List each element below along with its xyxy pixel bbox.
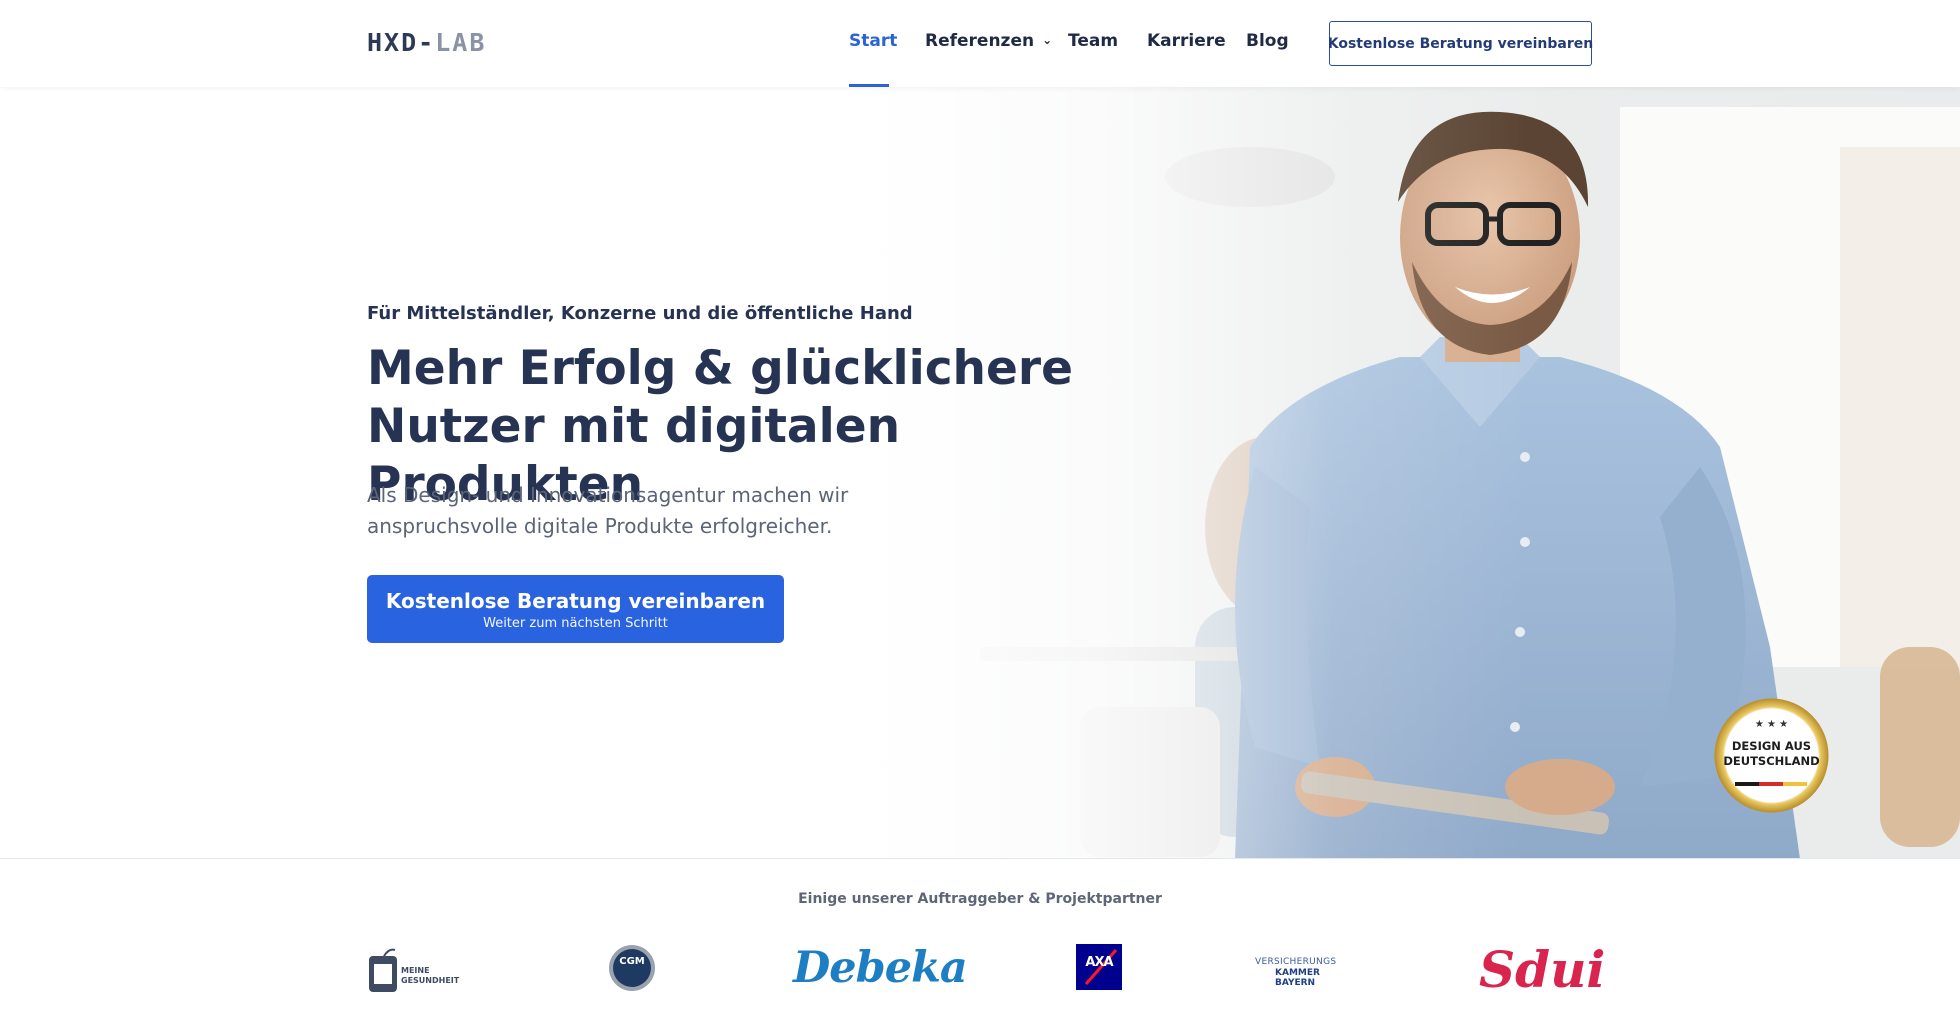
partner-logo-versicherungskammer-bayern[interactable]: VERSICHERUNGS KAMMER BAYERN bbox=[1255, 940, 1350, 1000]
nav-item-blog[interactable]: Blog bbox=[1246, 31, 1289, 51]
hero-subline: Als Design- und Innovationsagentur mache… bbox=[367, 480, 927, 542]
seal-text: DESIGN AUS DEUTSCHLAND bbox=[1713, 739, 1830, 769]
partner-logo-meine-gesundheit[interactable]: MEINE GESUNDHEIT bbox=[367, 940, 472, 1000]
meine-gesundheit-wordmark: MEINE GESUNDHEIT bbox=[401, 966, 459, 986]
nav-item-start[interactable]: Start bbox=[849, 31, 897, 51]
header-consultation-button[interactable]: Kostenlose Beratung vereinbaren bbox=[1328, 21, 1593, 66]
vkb-wordmark: KAMMER BAYERN bbox=[1275, 968, 1320, 988]
nav-item-team[interactable]: Team bbox=[1068, 31, 1118, 51]
partners-title: Einige unserer Auftraggeber & Projektpar… bbox=[798, 891, 1162, 907]
hero-subline-line2: anspruchsvolle digitale Produkte erfolgr… bbox=[367, 514, 833, 538]
meine-gesundheit-line2: GESUNDHEIT bbox=[401, 976, 460, 985]
hero-headline-line1: Mehr Erfolg & glücklichere bbox=[367, 341, 1073, 396]
chevron-down-icon: ⌄ bbox=[1042, 33, 1053, 47]
axa-wordmark: AXA bbox=[1085, 955, 1113, 970]
apple-icon bbox=[369, 948, 397, 992]
hero-section: Für Mittelständler, Konzerne und die öff… bbox=[0, 87, 1960, 859]
main-navigation: Start Referenzen ⌄ Team Karriere Blog Kos… bbox=[0, 0, 1960, 87]
debeka-wordmark: Debeka bbox=[793, 943, 968, 993]
svg-text:★ ★ ★: ★ ★ ★ bbox=[1755, 719, 1788, 730]
partner-logo-debeka[interactable]: Debeka bbox=[793, 940, 968, 1000]
seal-line2: DEUTSCHLAND bbox=[1723, 754, 1820, 768]
partner-logo-cgm[interactable]: CGM bbox=[608, 940, 656, 1000]
site-header: HXD-LAB Start Referenzen ⌄ Team Karriere … bbox=[0, 0, 1960, 87]
partner-logo-sdui[interactable]: Sdui bbox=[1479, 940, 1605, 1000]
meine-gesundheit-line1: MEINE bbox=[401, 966, 430, 975]
nav-item-referenzen-label: Referenzen bbox=[925, 31, 1035, 51]
hero-consultation-button[interactable]: Kostenlose Beratung vereinbaren Weiter z… bbox=[367, 575, 784, 643]
vkb-line2: BAYERN bbox=[1275, 978, 1316, 988]
hero-cta-label: Kostenlose Beratung vereinbaren bbox=[385, 589, 766, 613]
cgm-globe-icon bbox=[609, 945, 655, 991]
hero-cta-sublabel: Weiter zum nächsten Schritt bbox=[483, 616, 668, 631]
design-aus-deutschland-seal: ★ ★ ★ DESIGN AUS DEUTSCHLAND bbox=[1713, 697, 1830, 814]
cgm-wordmark: CGM bbox=[619, 956, 645, 967]
nav-item-karriere[interactable]: Karriere bbox=[1147, 31, 1226, 51]
active-nav-indicator bbox=[849, 84, 889, 87]
seal-line1: DESIGN AUS bbox=[1731, 739, 1812, 753]
hero-eyebrow: Für Mittelständler, Konzerne und die öff… bbox=[367, 303, 913, 324]
sdui-wordmark: Sdui bbox=[1479, 940, 1606, 999]
vkb-top-line: VERSICHERUNGS bbox=[1255, 957, 1337, 967]
nav-item-referenzen[interactable]: Referenzen ⌄ bbox=[925, 31, 1052, 51]
vkb-line1: KAMMER bbox=[1275, 968, 1320, 978]
partner-logo-axa[interactable]: AXA bbox=[1076, 940, 1122, 1000]
hero-subline-line1: Als Design- und Innovationsagentur mache… bbox=[367, 483, 849, 507]
